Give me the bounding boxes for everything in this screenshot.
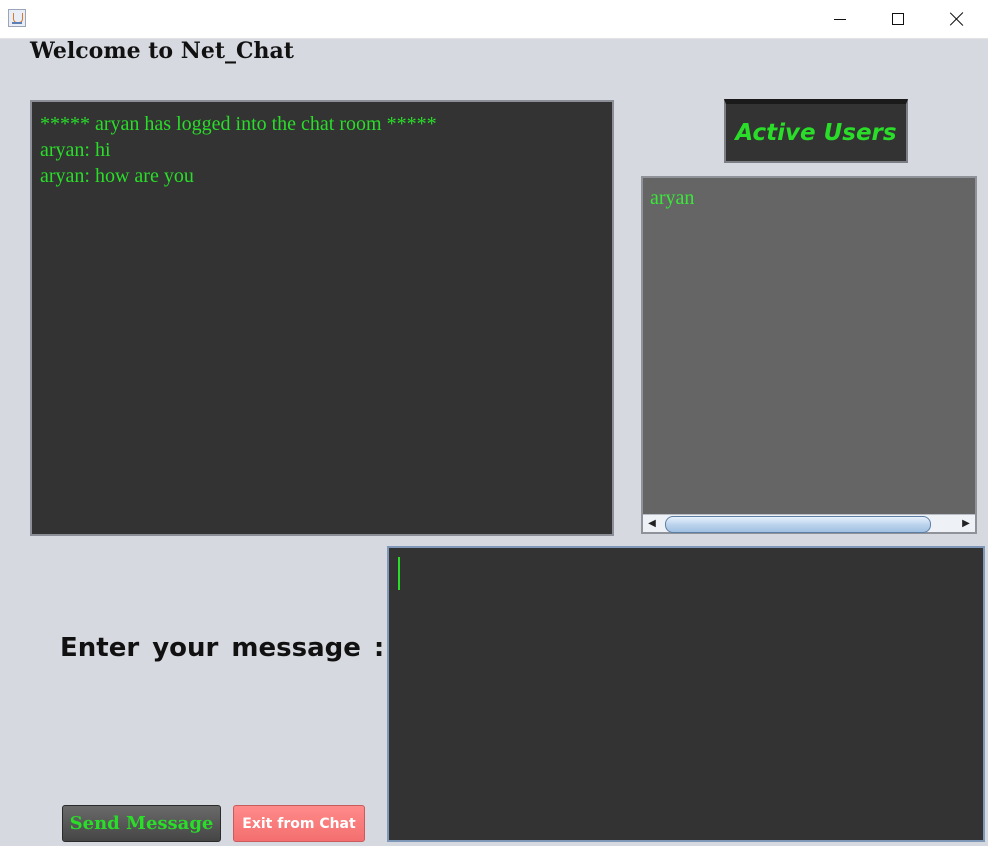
active-users-title: Active Users bbox=[724, 99, 908, 163]
scrollbar-thumb[interactable] bbox=[665, 516, 931, 533]
chat-line: aryan: how are you bbox=[40, 165, 194, 187]
exit-chat-button[interactable]: Exit from Chat bbox=[233, 805, 365, 842]
active-users-list[interactable]: aryan ◀ ▶ bbox=[641, 176, 977, 534]
maximize-icon bbox=[892, 13, 904, 25]
minimize-button[interactable] bbox=[811, 0, 869, 38]
java-app-icon bbox=[8, 9, 26, 27]
text-caret bbox=[398, 557, 400, 590]
horizontal-scrollbar[interactable]: ◀ ▶ bbox=[643, 514, 975, 533]
chat-line: aryan: hi bbox=[40, 139, 111, 161]
close-button[interactable] bbox=[928, 0, 986, 38]
chat-lines: ***** aryan has logged into the chat roo… bbox=[32, 102, 612, 189]
welcome-title: Welcome to Net_Chat bbox=[30, 38, 294, 64]
scroll-left-arrow-icon[interactable]: ◀ bbox=[645, 517, 659, 531]
enter-message-label: Enter your message : bbox=[60, 633, 385, 663]
chat-history-area[interactable]: ***** aryan has logged into the chat roo… bbox=[30, 100, 614, 536]
chat-line: ***** aryan has logged into the chat roo… bbox=[40, 113, 437, 135]
send-message-button[interactable]: Send Message bbox=[62, 805, 221, 842]
scroll-right-arrow-icon[interactable]: ▶ bbox=[959, 517, 973, 531]
title-bar bbox=[0, 0, 988, 39]
maximize-button[interactable] bbox=[869, 0, 927, 38]
minimize-icon bbox=[834, 18, 846, 20]
message-input[interactable] bbox=[387, 546, 985, 842]
user-list-item[interactable]: aryan bbox=[643, 178, 975, 210]
close-icon bbox=[950, 12, 964, 26]
